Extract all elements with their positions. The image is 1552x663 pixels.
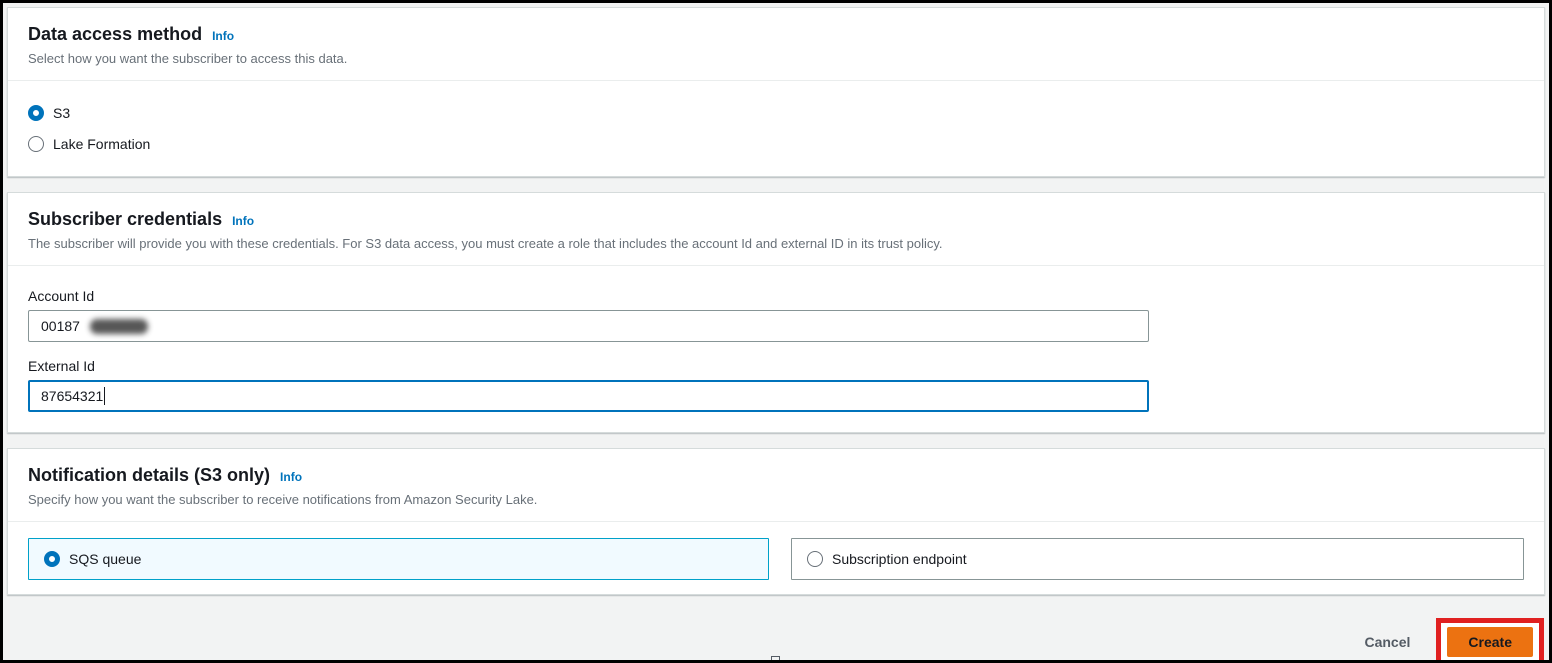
section-title: Notification details (S3 only) [28, 465, 271, 485]
external-id-label: External Id [28, 358, 95, 374]
account-id-label: Account Id [28, 288, 95, 304]
external-id-value: 87654321 [41, 388, 104, 404]
section-notification-details: Notification details (S3 only) Info Spec… [7, 448, 1545, 595]
tile-subscription-endpoint[interactable]: Subscription endpoint [791, 538, 1524, 580]
radio-selected-icon [44, 551, 60, 567]
radio-option-label: Lake Formation [53, 136, 151, 152]
section-subscriber-credentials: Subscriber credentials Info The subscrib… [7, 192, 1545, 433]
notification-tile-group: SQS queue Subscription endpoint [8, 522, 1544, 594]
radio-option-lake-formation[interactable]: Lake Formation [28, 132, 1524, 156]
tile-sqs-queue[interactable]: SQS queue [28, 538, 769, 580]
cancel-button[interactable]: Cancel [1360, 628, 1414, 656]
section-header: Subscriber credentials Info The subscrib… [8, 193, 1544, 266]
radio-option-s3[interactable]: S3 [28, 101, 1524, 125]
external-id-field-group: External Id 87654321 [28, 356, 1524, 412]
section-description: The subscriber will provide you with the… [28, 236, 943, 251]
section-description: Select how you want the subscriber to ac… [28, 51, 348, 66]
radio-unselected-icon [28, 136, 44, 152]
radio-selected-icon [28, 105, 44, 121]
account-id-value: 00187 [41, 318, 80, 334]
tile-label: SQS queue [69, 551, 142, 567]
section-title: Subscriber credentials [28, 209, 223, 229]
account-id-input[interactable]: 00187 [28, 310, 1149, 342]
section-data-access-method: Data access method Info Select how you w… [7, 7, 1545, 177]
tile-label: Subscription endpoint [832, 551, 967, 567]
external-id-input[interactable]: 87654321 [28, 380, 1149, 412]
radio-option-label: S3 [53, 105, 71, 121]
section-title: Data access method [28, 24, 203, 44]
form-content: Data access method Info Select how you w… [3, 3, 1549, 660]
section-header: Notification details (S3 only) Info Spec… [8, 449, 1544, 522]
account-id-field-group: Account Id 00187 [28, 286, 1524, 342]
section-body: S3 Lake Formation [8, 81, 1544, 176]
section-description: Specify how you want the subscriber to r… [28, 492, 538, 507]
redacted-value-blur [89, 318, 148, 334]
radio-unselected-icon [807, 551, 823, 567]
section-header: Data access method Info Select how you w… [8, 8, 1544, 81]
section-body: Account Id 00187 External Id 87654321 [8, 266, 1544, 432]
info-link[interactable]: Info [212, 29, 234, 43]
screenshot-frame: Data access method Info Select how you w… [0, 0, 1552, 663]
info-link[interactable]: Info [280, 470, 302, 484]
create-button[interactable]: Create [1447, 627, 1533, 657]
text-cursor [104, 387, 106, 405]
red-highlight-annotation: Create [1436, 618, 1544, 660]
info-link[interactable]: Info [232, 214, 254, 228]
